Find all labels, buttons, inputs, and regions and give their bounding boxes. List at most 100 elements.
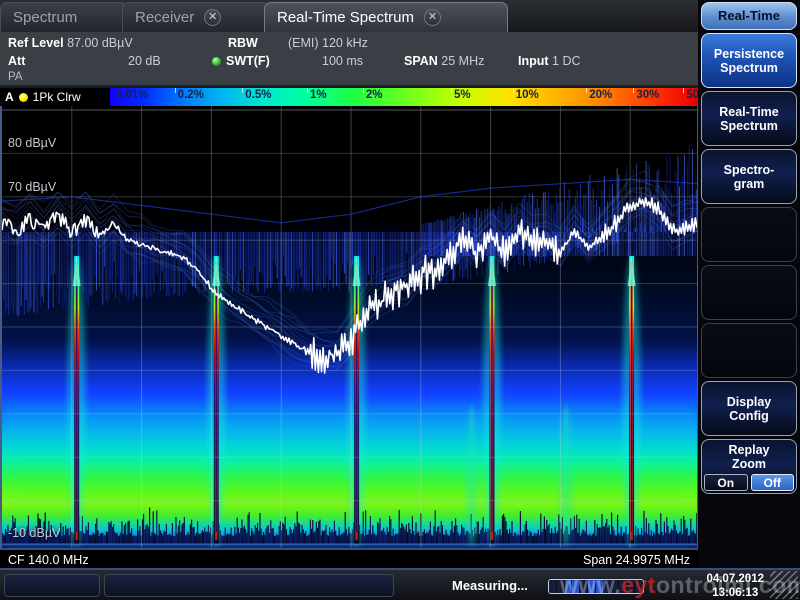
softkey-menu-title-text: Real-Time (718, 9, 780, 24)
att-value[interactable]: 20 dB (128, 54, 161, 68)
softkey-label-line1: Spectro- (724, 163, 775, 177)
persistence-color-scale: 0.01%0.2%0.5%1%2%5%10%20%30%50% (110, 88, 698, 106)
softkey-display-config[interactable]: Display Config (701, 381, 797, 436)
colorbar-tick (451, 88, 452, 93)
att-label-text: Att (8, 54, 25, 68)
status-led-icon (212, 57, 221, 66)
colorbar-label: 5% (454, 89, 471, 101)
att-label: Att (8, 54, 25, 68)
colorbar-label: 1% (310, 89, 327, 101)
tab-receiver[interactable]: Receiver ✕ (122, 2, 270, 32)
colorbar-label: 0.5% (245, 89, 271, 101)
tab-spectrum[interactable]: Spectrum (0, 2, 128, 32)
legend-row: A 1Pk Clrw 0.01%0.2%0.5%1%2%5%10%20%30%5… (0, 88, 698, 106)
input-label: Input (518, 54, 549, 68)
softkey-label-line2: Spectrum (720, 61, 778, 75)
colorbar-label: 10% (516, 89, 539, 101)
close-icon[interactable]: ✕ (424, 9, 441, 26)
span-label: SPAN (404, 54, 438, 68)
swt-label: SWT(F) (226, 54, 270, 68)
colorbar-tick (586, 88, 587, 93)
measurement-header: Ref Level 87.00 dBµV Att 20 dB PA RBW (E… (0, 32, 698, 86)
date-time-display: 04.07.2012 13:06:13 (706, 572, 764, 600)
progress-segment (588, 580, 595, 593)
tab-label: Real-Time Spectrum (277, 9, 414, 26)
trace-color-icon (19, 93, 28, 102)
span-field[interactable]: SPAN 25 MHz (404, 54, 484, 68)
colorbar-tick (683, 88, 684, 93)
progress-segment (557, 580, 564, 593)
pa-label: PA (8, 71, 23, 83)
replay-zoom-off-option[interactable]: Off (751, 474, 795, 491)
persistence-spectrum-plot[interactable]: 80 dBµV 70 dBµV -10 dBµV (0, 106, 698, 548)
center-frequency-label[interactable]: CF 140.0 MHz (8, 553, 89, 567)
colorbar-tick (363, 88, 364, 93)
softkey-persistence-spectrum[interactable]: Persistence Spectrum (701, 33, 797, 88)
softkey-label-line2: Config (729, 409, 769, 423)
tab-real-time-spectrum[interactable]: Real-Time Spectrum ✕ (264, 2, 508, 32)
ref-level-field[interactable]: Ref Level 87.00 dBµV (8, 36, 133, 50)
measuring-status-text: Measuring... (452, 578, 528, 593)
softkey-empty-1[interactable] (701, 207, 797, 262)
spectrum-analyzer-window: Spectrum Receiver ✕ Real-Time Spectrum ✕… (0, 0, 800, 600)
softkey-real-time-spectrum[interactable]: Real-Time Spectrum (701, 91, 797, 146)
softkey-label-line2: Spectrum (720, 119, 778, 133)
softkey-replay-zoom[interactable]: Replay Zoom On Off (701, 439, 797, 494)
softkey-label-line1: Persistence (714, 47, 784, 61)
colorbar-tick (633, 88, 634, 93)
plot-footer: CF 140.0 MHz Span 24.9975 MHz (0, 548, 698, 568)
colorbar-label: 0.01% (116, 89, 149, 101)
softkey-menu-title: Real-Time (701, 2, 797, 30)
colorbar-label: 20% (589, 89, 612, 101)
status-bar: Measuring... 04.07.2012 13:06:13 (0, 568, 800, 600)
softkey-empty-2[interactable] (701, 265, 797, 320)
colorbar-tick (175, 88, 176, 93)
tab-bar: Spectrum Receiver ✕ Real-Time Spectrum ✕ (0, 0, 800, 32)
softkey-label-line2: Zoom (732, 457, 766, 471)
progress-segment (627, 580, 634, 593)
softkey-label-line1: Real-Time (719, 105, 779, 119)
tab-label: Spectrum (13, 9, 77, 26)
progress-segment (604, 580, 611, 593)
input-field[interactable]: Input 1 DC (518, 54, 581, 68)
ref-level-label: Ref Level (8, 36, 64, 50)
softkey-spectrogram[interactable]: Spectro- gram (701, 149, 797, 204)
progress-segment (580, 580, 587, 593)
colorbar-tick (513, 88, 514, 93)
rbw-value[interactable]: (EMI) 120 kHz (288, 36, 368, 50)
progress-segment (549, 580, 556, 593)
colorbar-label: 30% (636, 89, 659, 101)
colorbar-tick (307, 88, 308, 93)
input-value: 1 DC (552, 54, 580, 68)
colorbar-label: 2% (366, 89, 383, 101)
replay-zoom-on-option[interactable]: On (704, 474, 748, 491)
date-text: 04.07.2012 (706, 572, 764, 586)
swt-value[interactable]: 100 ms (322, 54, 363, 68)
progress-segment (635, 580, 642, 593)
softkey-empty-3[interactable] (701, 323, 797, 378)
replay-zoom-toggle: On Off (704, 474, 794, 491)
progress-segment (596, 580, 603, 593)
progress-segment (565, 580, 572, 593)
swt-field[interactable]: SWT(F) (212, 54, 270, 68)
span-readout-label[interactable]: Span 24.9975 MHz (583, 553, 690, 567)
status-panel-left[interactable] (4, 574, 100, 597)
detector-label: 1Pk Clrw (33, 90, 81, 104)
status-panel-message[interactable] (104, 574, 394, 597)
span-value: 25 MHz (441, 54, 484, 68)
window-letter: A (5, 90, 14, 104)
colorbar-tick (242, 88, 243, 93)
progress-segment (572, 580, 579, 593)
softkey-label-line1: Display (727, 395, 771, 409)
colorbar-label: 0.2% (178, 89, 204, 101)
softkey-panel: Real-Time Persistence Spectrum Real-Time… (698, 0, 800, 568)
close-icon[interactable]: ✕ (204, 9, 221, 26)
resize-grip-icon[interactable] (770, 571, 798, 599)
rbw-label: RBW (228, 36, 258, 50)
trace-legend[interactable]: A 1Pk Clrw (0, 88, 110, 106)
tab-label: Receiver (135, 9, 194, 26)
softkey-label-line2: gram (734, 177, 765, 191)
time-text: 13:06:13 (706, 586, 764, 600)
rbw-label-text: RBW (228, 36, 258, 50)
progress-segment (619, 580, 626, 593)
